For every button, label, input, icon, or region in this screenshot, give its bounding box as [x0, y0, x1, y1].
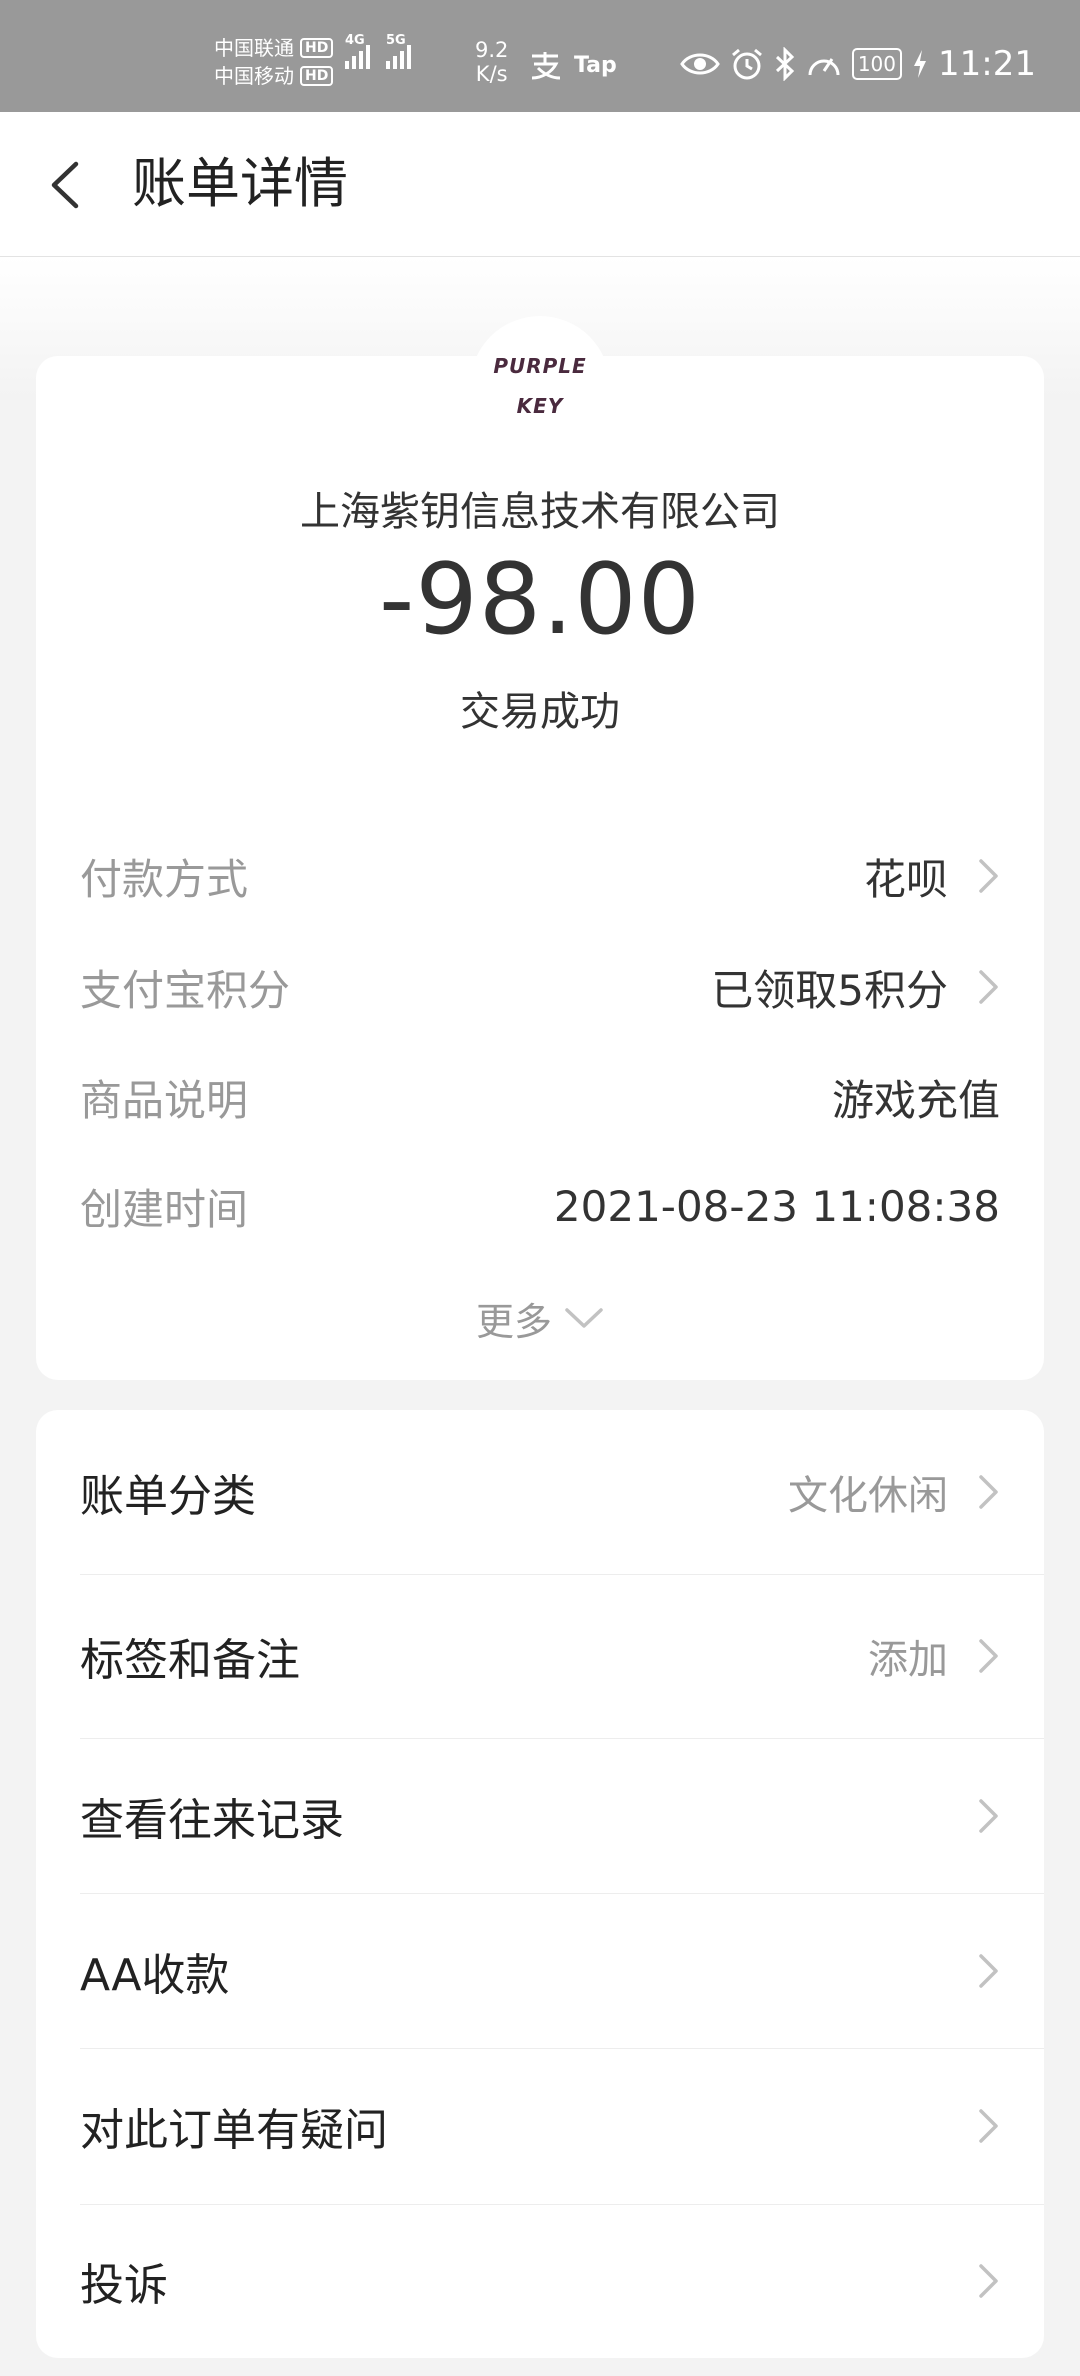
menu-label: AA收款 — [80, 1949, 230, 2001]
hd-badge: HD — [300, 38, 334, 58]
signal-4g-icon: 4G — [345, 33, 370, 69]
network-4g-label: 4G — [345, 33, 365, 48]
alarm-icon — [731, 48, 762, 80]
system-icons: 100 11:21 — [680, 44, 1036, 84]
battery-icon: 100 — [851, 48, 903, 80]
menu-label: 账单分类 — [80, 1471, 256, 1522]
detail-value: 花呗 — [863, 854, 948, 904]
actions-card: 账单分类 文化休闲 标签和备注 添加 查看往来记录 AA收款 对此订单有疑问 投… — [36, 1410, 1044, 2358]
nav-bar: 账单详情 — [0, 112, 1080, 257]
charging-icon — [914, 50, 927, 78]
chevron-right-icon — [979, 970, 998, 1004]
signal-indicators: 4G 5G — [345, 33, 411, 69]
detail-row-alipay-points[interactable]: 支付宝积分 已领取5积分 — [80, 957, 1000, 1017]
chevron-right-icon — [979, 1475, 998, 1509]
chevron-right-icon — [979, 2264, 998, 2298]
detail-label: 支付宝积分 — [80, 965, 291, 1015]
speed-value: 9.2 — [475, 38, 509, 62]
chevron-right-icon — [979, 859, 998, 893]
menu-value: 文化休闲 — [788, 1473, 948, 1519]
tap-app-label: Tap — [574, 52, 617, 78]
menu-item-order-question[interactable]: 对此订单有疑问 — [80, 2048, 1044, 2205]
hd-badge: HD — [300, 66, 334, 86]
logo-line-1: PURPLE — [493, 354, 587, 378]
eye-icon — [680, 53, 720, 75]
speed-unit: K/s — [475, 62, 508, 86]
chevron-down-icon — [565, 1308, 603, 1328]
network-speed: 9.2 K/s — [475, 38, 508, 86]
transaction-status: 交易成功 — [460, 689, 620, 735]
transaction-amount: -98.00 — [379, 543, 701, 657]
page-title: 账单详情 — [132, 152, 348, 215]
carrier-1-label: 中国联通 — [214, 36, 294, 60]
menu-item-transaction-history[interactable]: 查看往来记录 — [80, 1738, 1044, 1894]
detail-value: 游戏充值 — [831, 1075, 1000, 1125]
menu-item-bill-category[interactable]: 账单分类 文化休闲 — [80, 1410, 1044, 1575]
menu-item-complaint[interactable]: 投诉 — [80, 2204, 1044, 2358]
detail-label: 商品说明 — [80, 1075, 249, 1125]
menu-item-tags-notes[interactable]: 标签和备注 添加 — [80, 1574, 1044, 1739]
chevron-right-icon — [979, 1953, 998, 1988]
menu-label: 投诉 — [80, 2260, 168, 2311]
carrier-info: 中国联通 HD 中国移动 HD — [214, 34, 334, 90]
network-5g-label: 5G — [386, 33, 406, 48]
detail-value: 已领取5积分 — [711, 965, 948, 1015]
menu-label: 标签和备注 — [80, 1635, 300, 1686]
transaction-card: PURPLE KEY 上海紫钥信息技术有限公司 -98.00 交易成功 付款方式… — [36, 316, 1044, 1380]
speedometer-icon — [808, 58, 840, 76]
signal-5g-icon: 5G — [386, 33, 411, 69]
notification-icons: Tap — [528, 50, 617, 80]
chevron-right-icon — [979, 1798, 998, 1833]
chevron-right-icon — [979, 2109, 998, 2143]
menu-item-aa-collect[interactable]: AA收款 — [80, 1893, 1044, 2049]
detail-label: 创建时间 — [80, 1184, 249, 1234]
clock-time: 11:21 — [938, 44, 1036, 84]
menu-value: 添加 — [868, 1637, 948, 1683]
logo-line-2: KEY — [516, 394, 564, 418]
chevron-right-icon — [979, 1639, 998, 1673]
menu-label: 对此订单有疑问 — [80, 2105, 388, 2156]
status-bar: 中国联通 HD 中国移动 HD 4G 5G 9.2 K/s Tap 100 11… — [0, 0, 1080, 112]
detail-row-created-time: 创建时间 2021-08-23 11:08:38 — [80, 1176, 1000, 1236]
detail-row-product-description: 商品说明 游戏充值 — [80, 1067, 1000, 1127]
bluetooth-icon — [775, 47, 794, 81]
merchant-name: 上海紫钥信息技术有限公司 — [300, 489, 780, 535]
carrier-2-label: 中国移动 — [214, 64, 294, 88]
detail-label: 付款方式 — [80, 854, 249, 904]
detail-row-payment-method[interactable]: 付款方式 花呗 — [80, 846, 1000, 906]
back-arrow-icon[interactable] — [44, 160, 88, 210]
more-label: 更多 — [475, 1299, 552, 1344]
merchant-logo: PURPLE KEY — [470, 316, 610, 456]
more-button[interactable]: 更多 — [36, 1288, 1044, 1348]
detail-value: 2021-08-23 11:08:38 — [553, 1181, 1000, 1231]
menu-label: 查看往来记录 — [80, 1794, 344, 1846]
alipay-icon — [531, 52, 561, 80]
